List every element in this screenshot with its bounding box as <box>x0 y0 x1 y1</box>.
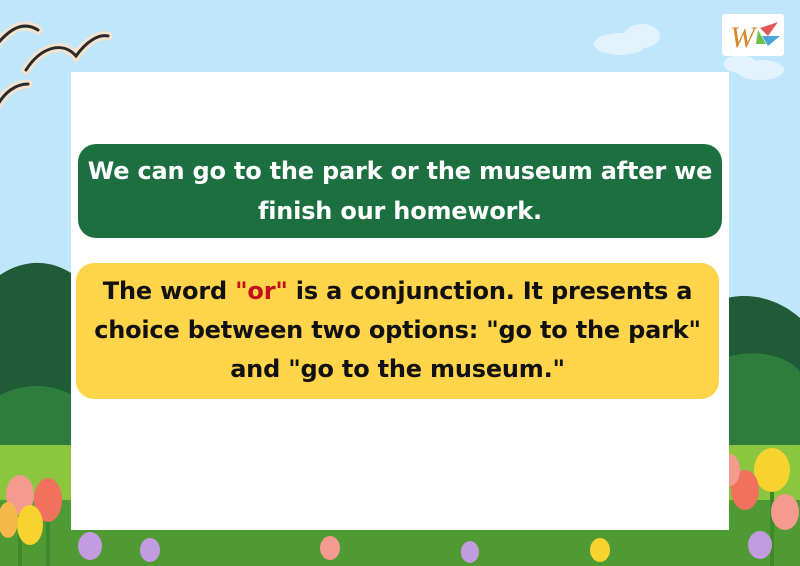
explanation-text-before: The word <box>102 277 236 305</box>
highlighted-word: "or" <box>235 277 288 305</box>
svg-text:W: W <box>730 21 758 54</box>
explanation-box: The word "or" is a conjunction. It prese… <box>76 263 719 399</box>
example-sentence-text: We can go to the park or the museum afte… <box>87 157 713 225</box>
logo-icon: W <box>722 14 784 56</box>
example-sentence-box: We can go to the park or the museum afte… <box>78 144 722 238</box>
